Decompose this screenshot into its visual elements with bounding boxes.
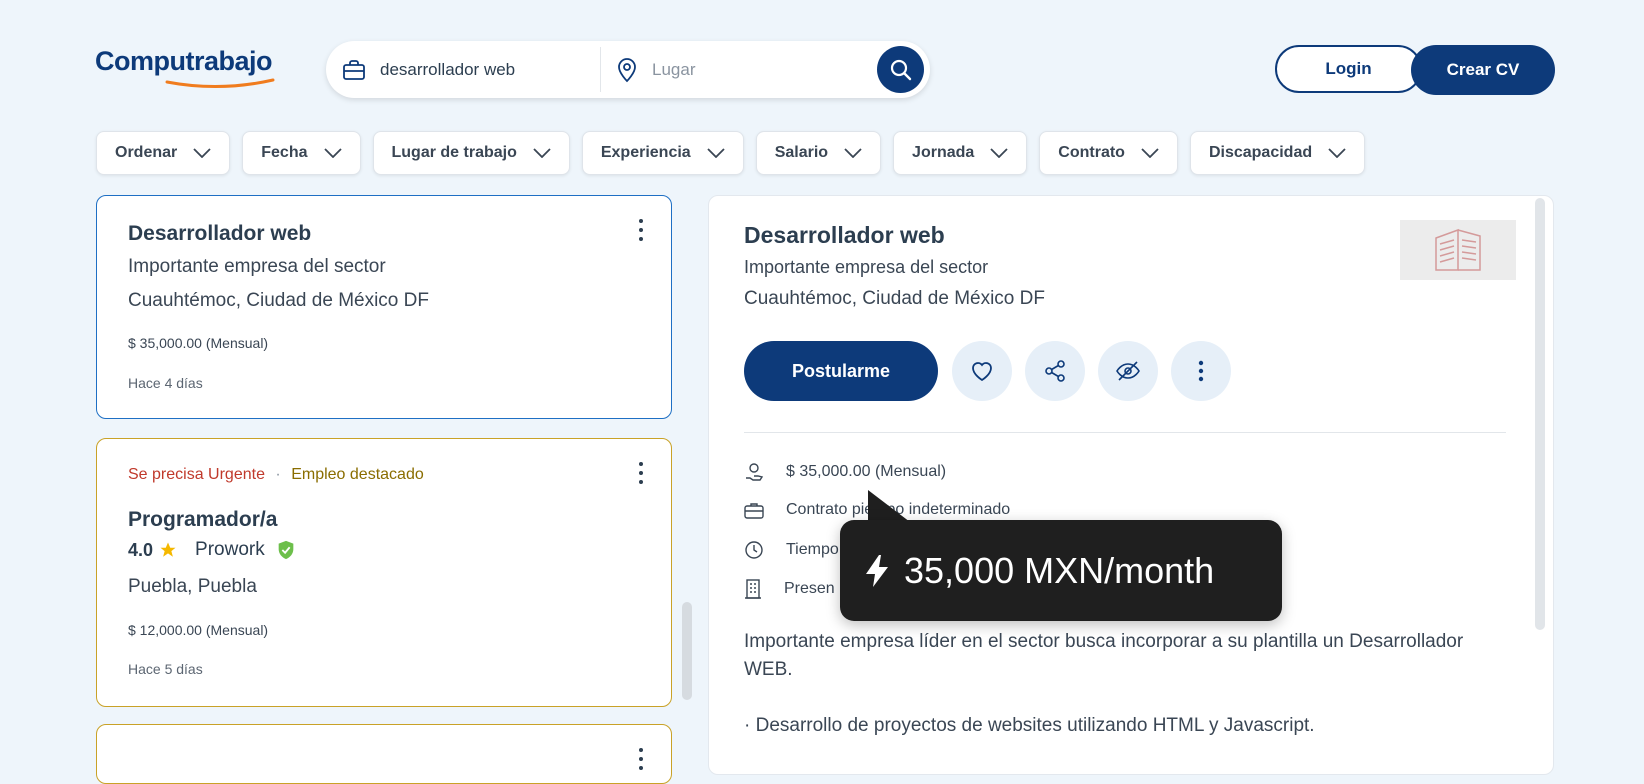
job-location: Puebla, Puebla [128,576,257,597]
job-posted-date: Hace 5 días [128,661,203,677]
building-icon [1435,228,1481,271]
urgent-badge: Se precisa Urgente [128,466,265,483]
filter-jornada[interactable]: Jornada [893,131,1028,175]
filter-experiencia[interactable]: Experiencia [581,131,744,175]
featured-badge: Empleo destacado [291,466,424,483]
chevron-down-icon [193,148,211,158]
detail-company[interactable]: Importante empresa del sector [744,257,988,278]
briefcase-icon [343,59,365,80]
chevron-down-icon [707,148,725,158]
computrabajo-logo[interactable]: Computrabajo [95,46,275,89]
briefcase-icon [744,503,764,519]
star-icon [160,542,176,557]
detail-schedule: Tiempo [786,541,839,558]
location-field[interactable] [616,41,876,98]
chevron-down-icon [990,148,1008,158]
filter-fecha[interactable]: Fecha [242,131,361,175]
heart-icon [972,362,992,382]
rating-value: 4.0 [128,539,154,560]
job-title[interactable]: Desarrollador web [128,222,311,246]
filter-salario[interactable]: Salario [755,131,882,175]
chevron-down-icon [844,148,862,158]
job-company: Importante empresa del sector [128,256,386,277]
share-button[interactable] [1025,341,1085,401]
salary-conversion-tooltip: 35,000 MXN/month [840,520,1282,621]
save-job-button[interactable] [952,341,1012,401]
search-button[interactable] [877,46,924,93]
more-actions-button[interactable] [1171,341,1231,401]
detail-salary-row: $ 35,000.00 (Mensual) [744,462,946,482]
chevron-down-icon [1328,148,1346,158]
hide-job-button[interactable] [1098,341,1158,401]
job-title[interactable]: Programador/a [128,508,277,532]
detail-location: Cuauhtémoc, Ciudad de México DF [744,288,1045,309]
more-options-button[interactable] [631,459,651,487]
detail-workplace-row: Presen [744,579,835,599]
more-options-button[interactable] [631,745,651,773]
filter-lugar-de-trabajo[interactable]: Lugar de trabajo [372,131,570,175]
job-posted-date: Hace 4 días [128,375,203,391]
eye-off-icon [1116,361,1140,381]
job-card[interactable]: Desarrollador web Importante empresa del… [96,195,672,419]
chevron-down-icon [533,148,551,158]
share-icon [1045,360,1065,382]
login-button[interactable]: Login [1275,45,1422,93]
tooltip-pointer [868,490,910,522]
detail-salary: $ 35,000.00 (Mensual) [786,463,947,480]
keyword-field[interactable] [342,41,604,98]
job-salary: $ 12,000.00 (Mensual) [128,622,269,638]
location-input[interactable] [650,58,854,81]
search-divider [600,47,601,92]
detail-title: Desarrollador web [744,222,945,248]
job-card[interactable] [96,724,672,784]
description-paragraph: Importante empresa líder en el sector bu… [744,631,1464,680]
job-list-scrollbar[interactable] [682,602,692,700]
create-cv-button[interactable]: Crear CV [1411,45,1555,95]
more-options-button[interactable] [631,216,651,244]
kebab-icon [1198,360,1204,382]
description-bullet: · Desarrollo de proyectos de websites ut… [744,715,1315,736]
detail-workplace: Presen [784,580,835,597]
salary-icon [746,463,764,481]
job-salary: $ 35,000.00 (Mensual) [128,335,269,351]
filter-bar: Ordenar Fecha Lugar de trabajo Experienc… [96,131,1366,175]
job-badges: Se precisa Urgente · Empleo destacado [128,466,424,484]
detail-divider [744,432,1506,433]
job-company[interactable]: Prowork [195,539,265,561]
lightning-icon [866,554,888,587]
logo-swoosh-icon [165,78,275,89]
keyword-input[interactable] [378,58,582,81]
filter-contrato[interactable]: Contrato [1039,131,1178,175]
chevron-down-icon [323,148,342,158]
tooltip-text: 35,000 MXN/month [904,549,1215,591]
job-description: Importante empresa líder en el sector bu… [744,628,1514,740]
badge-separator: · [275,466,281,483]
search-bar [326,41,930,98]
search-icon [890,59,911,80]
building-icon [745,579,761,599]
detail-schedule-row: Tiempo [744,540,839,560]
company-logo [1400,220,1516,280]
verified-shield-icon [278,540,294,560]
filter-ordenar[interactable]: Ordenar [96,131,231,175]
clock-icon [745,541,763,559]
company-rating-row: 4.0 Prowork [128,539,297,561]
detail-scrollbar[interactable] [1535,198,1545,630]
apply-button[interactable]: Postularme [744,341,938,401]
job-location: Cuauhtémoc, Ciudad de México DF [128,290,429,311]
filter-discapacidad[interactable]: Discapacidad [1189,131,1366,175]
location-pin-icon [618,57,636,82]
chevron-down-icon [1141,148,1159,158]
job-card[interactable]: Se precisa Urgente · Empleo destacado Pr… [96,438,672,707]
